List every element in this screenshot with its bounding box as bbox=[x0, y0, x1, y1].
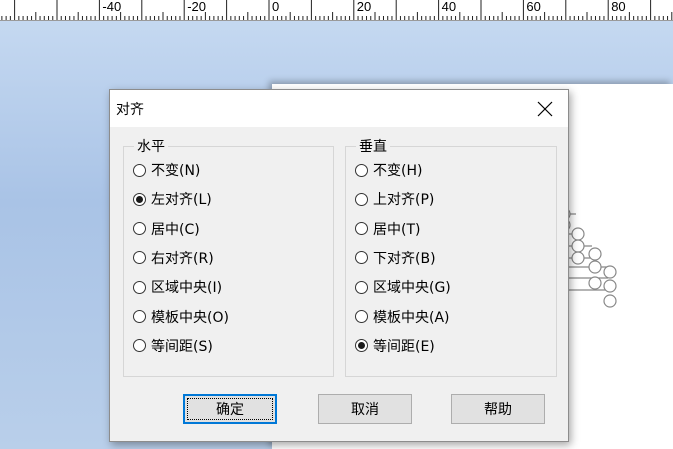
ruler-label: 0 bbox=[272, 0, 279, 14]
horizontal-option[interactable]: 模板中央(O) bbox=[133, 306, 229, 328]
ruler-label: -20 bbox=[187, 0, 206, 14]
ruler-label: 80 bbox=[611, 0, 625, 14]
horizontal-ruler: -40 -20 0 20 40 60 80 bbox=[0, 0, 673, 21]
node-circle[interactable] bbox=[603, 279, 617, 293]
horizontal-option-label: 左对齐(L) bbox=[151, 192, 212, 209]
help-button-label: 帮助 bbox=[484, 402, 512, 418]
radio-unchecked-icon[interactable] bbox=[133, 163, 146, 177]
vertical-option[interactable]: 模板中央(A) bbox=[355, 306, 450, 328]
radio-unchecked-icon[interactable] bbox=[133, 310, 146, 323]
ok-button[interactable]: 确定 bbox=[183, 394, 277, 424]
node-circle[interactable] bbox=[603, 265, 617, 279]
radio-unchecked-icon[interactable] bbox=[355, 280, 368, 294]
horizontal-option-label: 居中(C) bbox=[151, 221, 200, 238]
vertical-option[interactable]: 等间距(E) bbox=[355, 335, 435, 357]
cancel-button-label: 取消 bbox=[351, 402, 379, 418]
radio-checked-icon[interactable] bbox=[355, 339, 368, 353]
radio-unchecked-icon[interactable] bbox=[355, 163, 368, 177]
node-circle[interactable] bbox=[588, 247, 602, 261]
vertical-group-legend: 垂直 bbox=[356, 136, 390, 156]
dialog-titlebar[interactable]: 对齐 bbox=[110, 90, 568, 127]
horizontal-option[interactable]: 区域中央(I) bbox=[133, 276, 222, 298]
ruler-label: 60 bbox=[526, 0, 540, 14]
vertical-option[interactable]: 不变(H) bbox=[355, 159, 422, 181]
vertical-option[interactable]: 下对齐(B) bbox=[355, 247, 436, 269]
dialog-title: 对齐 bbox=[116, 102, 144, 118]
node-circle[interactable] bbox=[588, 276, 602, 290]
node-circle[interactable] bbox=[588, 260, 602, 274]
vertical-option-label: 不变(H) bbox=[373, 163, 423, 179]
horizontal-option[interactable]: 不变(N) bbox=[133, 159, 200, 181]
vertical-option-label: 居中(T) bbox=[373, 221, 421, 238]
radio-unchecked-icon[interactable] bbox=[355, 251, 368, 265]
ok-button-label: 确定 bbox=[216, 402, 244, 418]
cancel-button[interactable]: 取消 bbox=[318, 394, 412, 424]
vertical-option-label: 等间距(E) bbox=[373, 338, 435, 355]
horizontal-option[interactable]: 左对齐(L) bbox=[133, 188, 212, 210]
horizontal-option-label: 区域中央(I) bbox=[151, 280, 223, 297]
radio-unchecked-icon[interactable] bbox=[133, 251, 146, 265]
horizontal-option[interactable]: 居中(C) bbox=[133, 218, 200, 240]
radio-checked-icon[interactable] bbox=[133, 192, 146, 206]
ruler-label: -40 bbox=[102, 0, 121, 14]
vertical-group: 垂直 不变(H) 上对齐(P) 居中(T) 下对齐(B) 区域中央(G) 模板中央(A) 等… bbox=[345, 136, 557, 377]
horizontal-option-label: 不变(N) bbox=[151, 163, 201, 179]
radio-unchecked-icon[interactable] bbox=[355, 192, 368, 206]
horizontal-option[interactable]: 右对齐(R) bbox=[133, 247, 214, 269]
ruler-ticks: -40 -20 0 20 40 60 80 bbox=[1, 0, 673, 20]
ruler-label: 20 bbox=[357, 0, 371, 14]
horizontal-option-label: 模板中央(O) bbox=[151, 309, 229, 326]
radio-unchecked-icon[interactable] bbox=[133, 280, 146, 294]
vertical-option[interactable]: 居中(T) bbox=[355, 218, 420, 240]
horizontal-option[interactable]: 等间距(S) bbox=[133, 335, 213, 357]
align-dialog: 对齐 水平 不变(N) 左对齐(L) 居中(C) 右对齐(R) 区域中央(I) 模板中央(… bbox=[109, 89, 569, 442]
horizontal-group: 水平 不变(N) 左对齐(L) 居中(C) 右对齐(R) 区域中央(I) 模板中央(O) 等… bbox=[123, 136, 334, 377]
vertical-option-label: 下对齐(B) bbox=[373, 250, 436, 267]
radio-unchecked-icon[interactable] bbox=[133, 222, 146, 236]
vertical-option[interactable]: 上对齐(P) bbox=[355, 188, 434, 210]
ruler-label: 40 bbox=[442, 0, 456, 14]
horizontal-group-legend: 水平 bbox=[134, 136, 168, 156]
close-icon bbox=[537, 101, 553, 116]
horizontal-option-label: 右对齐(R) bbox=[151, 250, 214, 267]
radio-unchecked-icon[interactable] bbox=[355, 222, 368, 236]
radio-unchecked-icon[interactable] bbox=[355, 310, 368, 323]
horizontal-option-label: 等间距(S) bbox=[151, 338, 213, 355]
node-circle[interactable] bbox=[571, 251, 585, 265]
vertical-option[interactable]: 区域中央(G) bbox=[355, 276, 451, 298]
vertical-option-label: 模板中央(A) bbox=[373, 309, 450, 326]
vertical-option-label: 区域中央(G) bbox=[373, 280, 451, 297]
node-circle[interactable] bbox=[603, 294, 617, 308]
help-button[interactable]: 帮助 bbox=[451, 394, 545, 424]
radio-unchecked-icon[interactable] bbox=[133, 339, 146, 353]
close-button[interactable] bbox=[522, 90, 568, 127]
vertical-option-label: 上对齐(P) bbox=[373, 192, 435, 209]
node-circle[interactable] bbox=[571, 227, 585, 241]
node-circle[interactable] bbox=[571, 239, 585, 253]
